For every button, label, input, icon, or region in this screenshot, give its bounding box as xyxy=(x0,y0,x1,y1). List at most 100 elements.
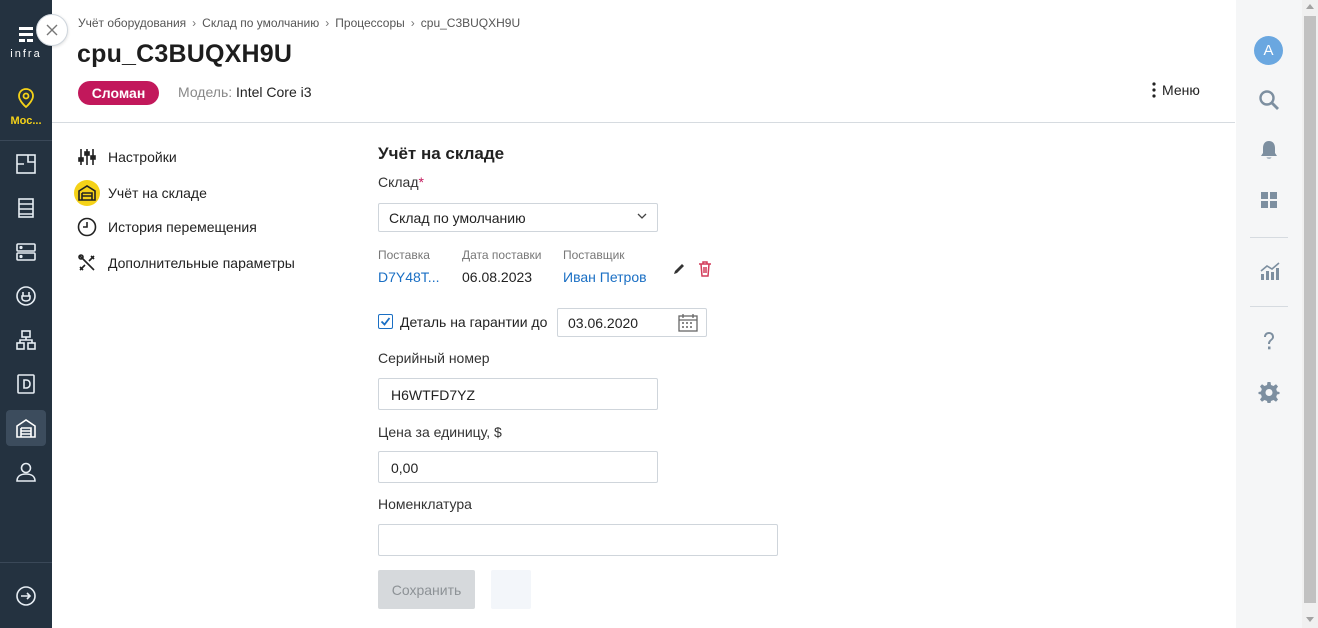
warehouse-field-label: Склад* xyxy=(378,174,424,190)
gear-icon xyxy=(1258,382,1280,403)
breadcrumb-item[interactable]: Процессоры xyxy=(335,16,405,30)
delete-supply-button[interactable] xyxy=(697,261,713,277)
sidebar-collapse-button[interactable] xyxy=(6,578,46,614)
section-nav-label: Учёт на складе xyxy=(108,185,207,201)
scrollbar-thumb[interactable] xyxy=(1304,16,1316,603)
warehouse-select-value: Склад по умолчанию xyxy=(389,210,526,226)
page-title: cpu_C3BUQXH9U xyxy=(77,40,293,68)
breadcrumb-separator: › xyxy=(192,16,197,30)
logo-icon xyxy=(19,27,33,42)
search-button[interactable] xyxy=(1256,87,1282,113)
dashboard-button[interactable] xyxy=(1256,187,1282,213)
menu-label: Меню xyxy=(1162,82,1200,98)
sidebar-item-power[interactable] xyxy=(6,278,46,314)
sidebar-item-floor-plan[interactable] xyxy=(6,146,46,182)
calendar-icon[interactable] xyxy=(678,313,698,332)
logo-text: infra xyxy=(10,48,42,60)
warranty-date-value: 03.06.2020 xyxy=(568,315,639,331)
supply-link[interactable]: D7Y48T... xyxy=(378,269,439,285)
toolbar-divider xyxy=(1250,237,1288,238)
nomenclature-label: Номенклатура xyxy=(378,496,472,512)
sidebar-item-servers[interactable] xyxy=(6,234,46,270)
sidebar-divider xyxy=(0,562,52,563)
sidebar-item-network[interactable] xyxy=(6,322,46,358)
header-divider xyxy=(52,122,1235,123)
sliders-icon xyxy=(76,146,98,168)
location-switcher[interactable]: Мос... xyxy=(0,88,52,127)
required-mark: * xyxy=(418,174,424,190)
reports-button[interactable] xyxy=(1256,258,1282,284)
section-nav-label: История перемещения xyxy=(108,219,257,235)
breadcrumb-item-current: cpu_C3BUQXH9U xyxy=(420,16,521,30)
chevron-down-icon xyxy=(637,213,647,219)
supply-label: Поставка xyxy=(378,248,430,262)
supplier-label: Поставщик xyxy=(563,248,625,262)
close-button[interactable] xyxy=(36,14,68,46)
question-icon xyxy=(1264,332,1274,350)
toolbar-divider xyxy=(1250,306,1288,307)
serial-input[interactable]: H6WTFD7YZ xyxy=(378,378,658,410)
location-label: Мос... xyxy=(10,115,42,127)
section-nav-history[interactable]: История перемещения xyxy=(76,216,257,238)
serial-label: Серийный номер xyxy=(378,350,490,366)
scroll-up-arrow-icon[interactable] xyxy=(1306,4,1314,9)
sidebar-item-users[interactable] xyxy=(6,454,46,490)
warehouse-icon xyxy=(16,419,36,438)
avatar[interactable]: A xyxy=(1254,36,1283,65)
serial-value: H6WTFD7YZ xyxy=(391,387,475,403)
bell-icon xyxy=(1261,141,1277,159)
warranty-checkbox[interactable] xyxy=(378,314,393,329)
grid-icon xyxy=(1261,192,1277,208)
breadcrumb-item[interactable]: Учёт оборудования xyxy=(78,16,186,30)
form-title: Учёт на складе xyxy=(378,144,505,163)
price-input[interactable]: 0,00 xyxy=(378,451,658,483)
section-nav-label: Дополнительные параметры xyxy=(108,255,295,271)
warehouse-icon xyxy=(74,180,100,206)
section-nav-label: Настройки xyxy=(108,149,177,165)
sidebar-item-warehouse[interactable] xyxy=(6,410,46,446)
warehouse-select[interactable]: Склад по умолчанию xyxy=(378,203,658,232)
left-sidebar: infra Мос... xyxy=(0,0,52,628)
breadcrumb-separator: › xyxy=(410,16,415,30)
check-icon xyxy=(380,317,391,326)
help-button[interactable] xyxy=(1256,328,1282,354)
server-icon xyxy=(16,243,36,261)
clock-icon xyxy=(76,216,98,238)
secondary-button[interactable] xyxy=(491,570,531,609)
section-nav-warehouse[interactable]: Учёт на складе xyxy=(74,180,207,206)
model-label: Модель: xyxy=(178,84,233,100)
section-nav-extra-params[interactable]: Дополнительные параметры xyxy=(76,252,295,274)
warranty-label: Деталь на гарантии до xyxy=(400,314,548,330)
search-icon xyxy=(1259,90,1279,110)
save-button[interactable]: Сохранить xyxy=(378,570,475,609)
breadcrumb-separator: › xyxy=(325,16,330,30)
rack-icon xyxy=(18,198,34,218)
sidebar-divider xyxy=(0,140,52,141)
chart-icon xyxy=(1260,262,1280,280)
pencil-icon xyxy=(674,264,684,274)
warranty-date-input[interactable]: 03.06.2020 xyxy=(557,308,707,337)
notifications-button[interactable] xyxy=(1256,137,1282,163)
expand-arrow-icon xyxy=(16,586,36,606)
nomenclature-input[interactable] xyxy=(378,524,778,556)
sidebar-item-storage[interactable] xyxy=(6,366,46,402)
scroll-down-arrow-icon[interactable] xyxy=(1306,617,1314,622)
section-nav-settings[interactable]: Настройки xyxy=(76,146,177,168)
breadcrumb: Учёт оборудования › Склад по умолчанию ›… xyxy=(78,16,520,30)
tools-icon xyxy=(76,252,98,274)
menu-button[interactable]: Меню xyxy=(1152,82,1200,98)
status-badge[interactable]: Сломан xyxy=(78,81,159,105)
supply-date-label: Дата поставки xyxy=(462,248,542,262)
model-value: Intel Core i3 xyxy=(236,84,312,100)
price-value: 0,00 xyxy=(391,460,419,476)
edit-supply-button[interactable] xyxy=(671,261,687,277)
supplier-link[interactable]: Иван Петров xyxy=(563,269,647,285)
breadcrumb-item[interactable]: Склад по умолчанию xyxy=(202,16,319,30)
user-icon xyxy=(16,462,36,482)
sidebar-item-racks[interactable] xyxy=(6,190,46,226)
close-icon xyxy=(46,24,58,36)
supply-date-value: 06.08.2023 xyxy=(462,269,533,285)
settings-button[interactable] xyxy=(1256,379,1282,405)
more-vertical-icon xyxy=(1152,82,1156,98)
network-icon xyxy=(16,330,36,350)
